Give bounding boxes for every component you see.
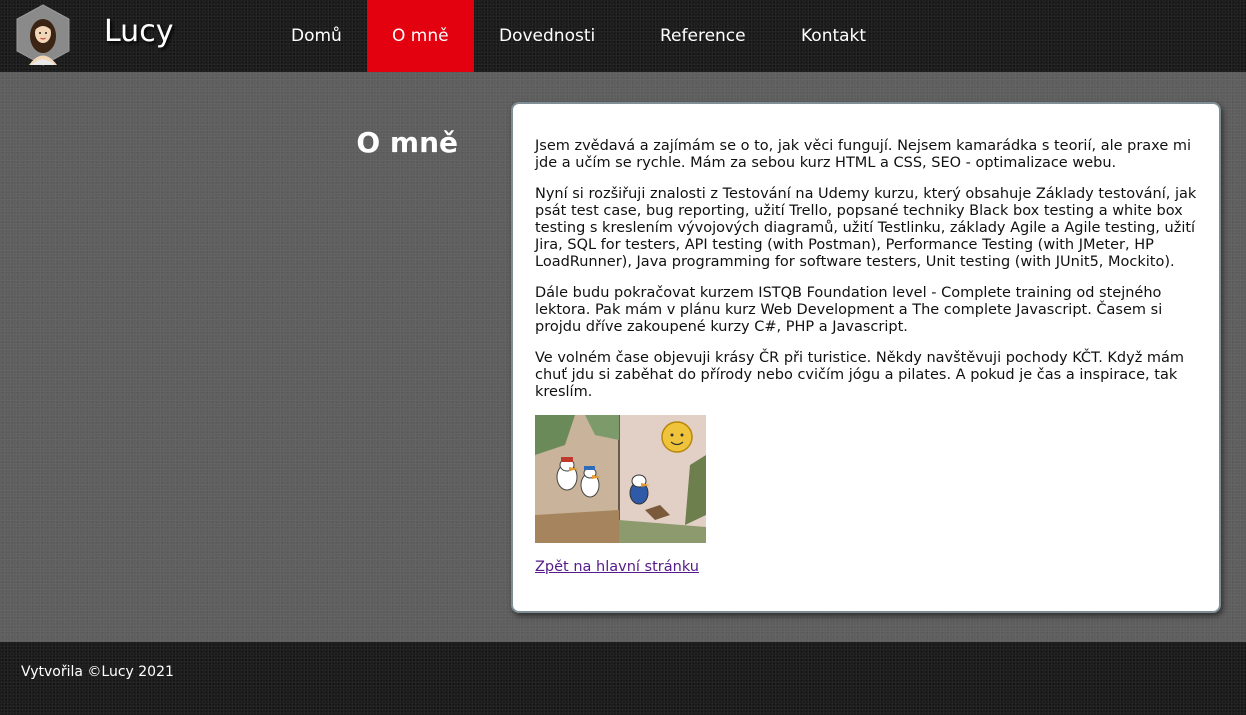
nav-item-domu[interactable]: Domů bbox=[266, 0, 367, 72]
about-paragraph: Nyní si rozšiřuji znalosti z Testování n… bbox=[535, 186, 1197, 270]
back-to-home-link[interactable]: Zpět na hlavní stránku bbox=[535, 559, 699, 576]
about-paragraph: Dále budu pokračovat kurzem ISTQB Founda… bbox=[535, 285, 1163, 335]
about-paragraph: Jsem zvědavá a zajímám se o to, jak věci… bbox=[535, 138, 1192, 171]
drawing-image bbox=[535, 415, 706, 543]
page-title: O mně bbox=[356, 126, 458, 159]
nav-item-kontakt[interactable]: Kontakt bbox=[776, 0, 906, 72]
about-content-box: Jsem zvědavá a zajímám se o to, jak věci… bbox=[511, 102, 1221, 613]
nav-item-reference[interactable]: Reference bbox=[635, 0, 776, 72]
brand-name[interactable]: Lucy bbox=[104, 14, 173, 49]
main-nav: Domů O mně Dovednosti Reference Kontakt bbox=[266, 0, 906, 72]
avatar[interactable] bbox=[15, 4, 71, 66]
about-paragraph: Ve volném čase objevuji krásy ČR při tur… bbox=[535, 350, 1185, 400]
nav-item-dovednosti[interactable]: Dovednosti bbox=[474, 0, 635, 72]
site-footer: Vytvořila ©Lucy 2021 bbox=[0, 642, 1246, 715]
footer-copyright: Vytvořila ©Lucy 2021 bbox=[21, 664, 174, 680]
nav-item-o-mne[interactable]: O mně bbox=[367, 0, 474, 72]
site-header: Lucy Domů O mně Dovednosti Reference Kon… bbox=[0, 0, 1246, 72]
